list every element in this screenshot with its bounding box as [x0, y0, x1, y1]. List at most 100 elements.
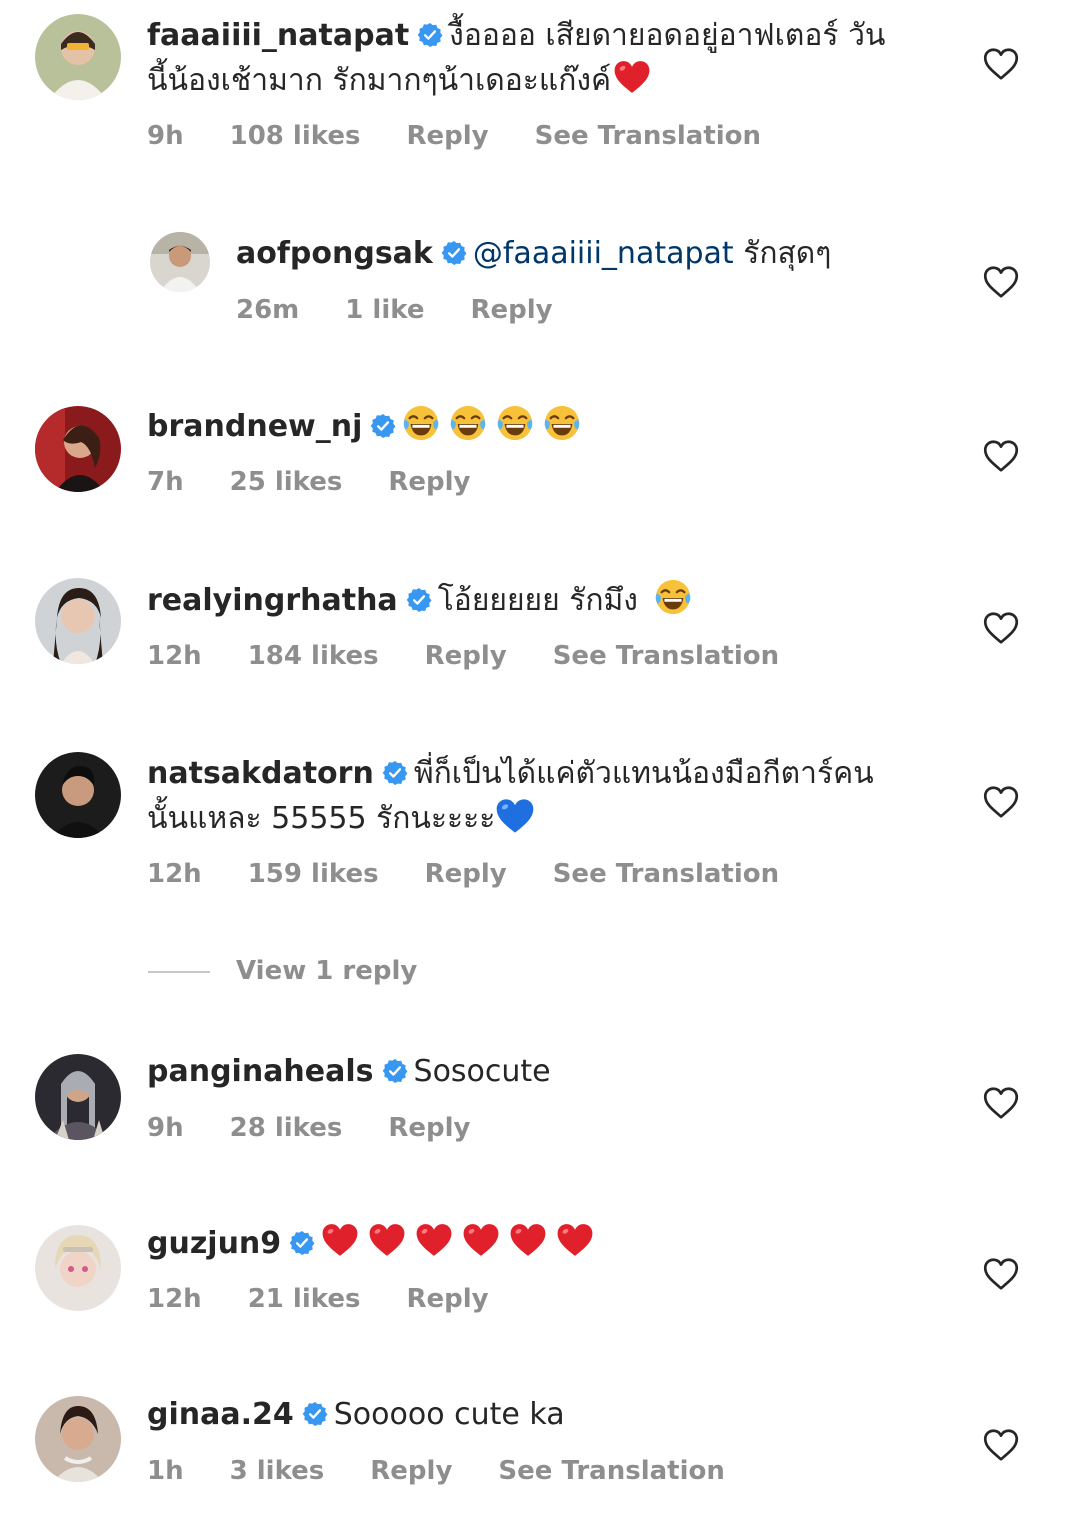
laughing-tears-emoji-icon	[496, 404, 534, 442]
comment-meta: 9h 28 likes Reply	[147, 1110, 517, 1146]
like-heart-icon[interactable]	[983, 47, 1019, 81]
timestamp: 12h	[147, 1284, 202, 1314]
reply-button[interactable]: Reply	[406, 121, 488, 151]
reply-button[interactable]: Reply	[406, 1284, 488, 1314]
verified-badge-icon	[382, 760, 408, 786]
verified-badge-icon	[289, 1230, 315, 1256]
likes-count[interactable]: 21 likes	[248, 1284, 361, 1314]
username[interactable]: natsakdatorn	[147, 756, 374, 791]
laughing-tears-emoji-icon	[402, 404, 440, 442]
timestamp: 1h	[147, 1456, 184, 1486]
avatar[interactable]	[35, 578, 121, 664]
laughing-tears-emoji-icon	[543, 404, 581, 442]
comment-body: นี้น้องเช้ามาก รักมากๆน้าเดอะแก๊งค์	[147, 63, 612, 98]
comment-body: โอ้ยยยยย รักมึง	[437, 583, 638, 618]
avatar[interactable]	[35, 1396, 121, 1482]
comment-body: นั้นแหละ 55555 รักนะะะะ	[147, 801, 496, 836]
comment-text: panginaheals Sosocute	[147, 1050, 551, 1094]
like-heart-icon[interactable]	[983, 611, 1019, 645]
username[interactable]: brandnew_nj	[147, 409, 362, 444]
username[interactable]: faaaiiii_natapat	[147, 18, 409, 53]
username[interactable]: aofpongsak	[236, 236, 433, 271]
red-heart-emoji-icon	[368, 1221, 406, 1259]
likes-count[interactable]: 159 likes	[248, 859, 379, 889]
avatar[interactable]	[35, 752, 121, 838]
username[interactable]: panginaheals	[147, 1054, 374, 1089]
comment-meta: 12h 159 likes Reply See Translation	[147, 856, 825, 892]
timestamp: 26m	[236, 295, 300, 325]
comment-text: realyingrhatha โอ้ยยยยย รักมึง	[147, 578, 701, 623]
comment-meta: 1h 3 likes Reply See Translation	[147, 1453, 771, 1489]
reply-button[interactable]: Reply	[470, 295, 552, 325]
comment-body: งื้ออออ เสียดายอดอยู่อาฟเตอร์ วัน	[449, 18, 886, 53]
likes-count[interactable]: 28 likes	[230, 1113, 343, 1143]
likes-count[interactable]: 108 likes	[230, 121, 361, 151]
like-heart-icon[interactable]	[983, 439, 1019, 473]
timestamp: 9h	[147, 121, 184, 151]
likes-count[interactable]: 184 likes	[248, 641, 379, 671]
blue-heart-emoji-icon	[495, 796, 535, 836]
likes-count[interactable]: 1 like	[345, 295, 424, 325]
red-heart-emoji-icon	[415, 1221, 453, 1259]
comment-text: brandnew_nj	[147, 404, 590, 449]
like-heart-icon[interactable]	[983, 1257, 1019, 1291]
comment-text: faaaiiii_natapat งื้ออออ เสียดายอดอยู่อาฟ…	[147, 14, 885, 58]
avatar[interactable]	[150, 232, 210, 292]
like-heart-icon[interactable]	[983, 785, 1019, 819]
likes-count[interactable]: 25 likes	[230, 467, 343, 497]
red-heart-emoji-icon	[556, 1221, 594, 1259]
red-heart-emoji-icon	[321, 1221, 359, 1259]
comment-meta: 12h 21 likes Reply	[147, 1281, 535, 1317]
timestamp: 7h	[147, 467, 184, 497]
comment-meta: 26m 1 like Reply	[236, 292, 599, 328]
comment-meta: 9h 108 likes Reply See Translation	[147, 118, 807, 154]
red-heart-emoji-icon	[509, 1221, 547, 1259]
verified-badge-icon	[417, 22, 443, 48]
avatar[interactable]	[35, 1054, 121, 1140]
reply-button[interactable]: Reply	[425, 641, 507, 671]
avatar[interactable]	[35, 406, 121, 492]
laughing-tears-emoji-icon	[654, 578, 692, 616]
verified-badge-icon	[441, 240, 467, 266]
like-heart-icon[interactable]	[983, 1428, 1019, 1462]
timestamp: 9h	[147, 1113, 184, 1143]
verified-badge-icon	[370, 413, 396, 439]
comment-body: Sooooo cute ka	[333, 1397, 565, 1432]
see-translation-button[interactable]: See Translation	[553, 641, 779, 671]
comment-meta: 7h 25 likes Reply	[147, 464, 517, 500]
see-translation-button[interactable]: See Translation	[553, 859, 779, 889]
comment-text: natsakdatorn พี่ก็เป็นได้แค่ตัวแทนน้องมือ…	[147, 752, 874, 796]
view-replies-button[interactable]: View 1 reply	[236, 952, 417, 990]
likes-count[interactable]: 3 likes	[230, 1456, 325, 1486]
like-heart-icon[interactable]	[983, 1086, 1019, 1120]
comment-body: พี่ก็เป็นได้แค่ตัวแทนน้องมือกีตาร์คน	[413, 756, 874, 791]
like-heart-icon[interactable]	[983, 265, 1019, 299]
reply-button[interactable]: Reply	[425, 859, 507, 889]
username[interactable]: ginaa.24	[147, 1397, 294, 1432]
username[interactable]: realyingrhatha	[147, 583, 398, 618]
verified-badge-icon	[406, 587, 432, 613]
reply-button[interactable]: Reply	[370, 1456, 452, 1486]
verified-badge-icon	[302, 1401, 328, 1427]
comment-text-continued: นั้นแหละ 55555 รักนะะะะ	[147, 796, 535, 841]
username[interactable]: guzjun9	[147, 1226, 281, 1261]
reply-button[interactable]: Reply	[388, 1113, 470, 1143]
reply-button[interactable]: Reply	[388, 467, 470, 497]
comment-text: ginaa.24 Sooooo cute ka	[147, 1393, 565, 1437]
divider-line	[148, 971, 210, 973]
avatar[interactable]	[35, 14, 121, 100]
comment-text: guzjun9	[147, 1221, 603, 1266]
red-heart-emoji-icon	[613, 58, 651, 96]
verified-badge-icon	[382, 1058, 408, 1084]
see-translation-button[interactable]: See Translation	[535, 121, 761, 151]
comment-body: รักสุดๆ	[743, 236, 832, 271]
comment-text-continued: นี้น้องเช้ามาก รักมากๆน้าเดอะแก๊งค์	[147, 58, 660, 103]
comment-meta: 12h 184 likes Reply See Translation	[147, 638, 825, 674]
avatar[interactable]	[35, 1225, 121, 1311]
timestamp: 12h	[147, 641, 202, 671]
comment-text: aofpongsak @faaaiiii_natapat รักสุดๆ	[236, 232, 831, 276]
comment-body: Sosocute	[413, 1054, 551, 1089]
laughing-tears-emoji-icon	[449, 404, 487, 442]
see-translation-button[interactable]: See Translation	[498, 1456, 724, 1486]
mention-link[interactable]: @faaaiiii_natapat	[473, 236, 734, 271]
